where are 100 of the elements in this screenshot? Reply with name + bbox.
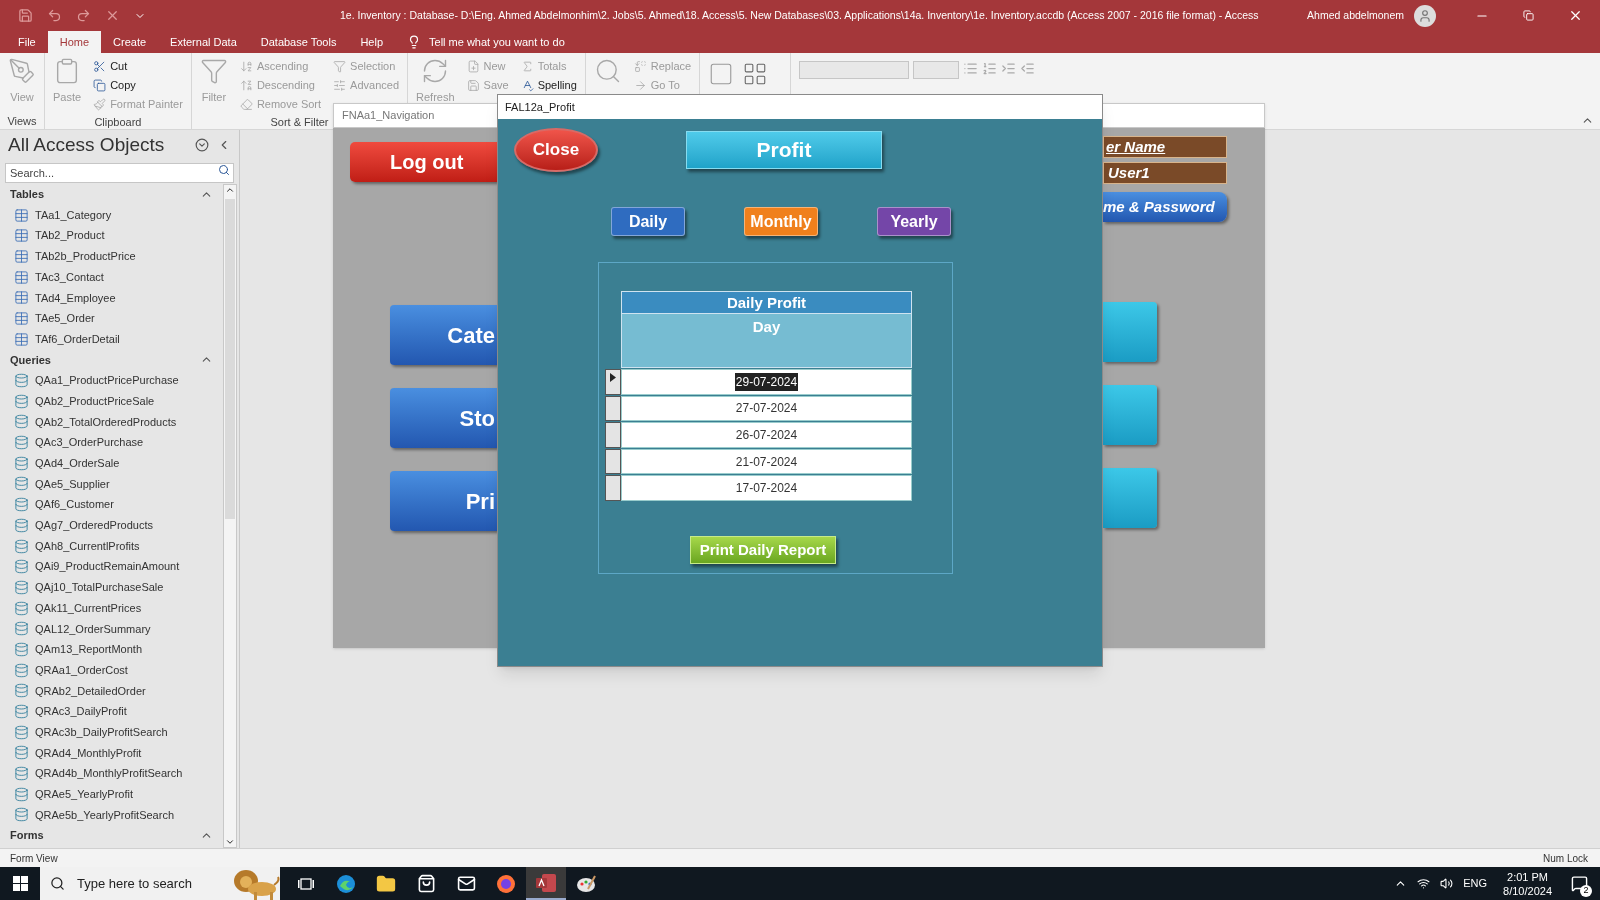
nav-item[interactable]: QRAd4b_MonthlyProfitSearch [0,763,223,784]
query-icon [14,373,29,389]
pen-icon [8,57,36,85]
ribbon-button[interactable]: Cut [89,57,187,76]
redo-icon[interactable] [76,8,91,23]
ribbon-tab[interactable]: External Data [158,31,249,53]
sort-descending-icon [239,79,253,92]
window-title: 1e. Inventory : Database- D:\Eng. Ahmed Abdelmonhim\2. Jobs\5. Ahmed\18. Access\5. New Databases\03. Applications\14a. Inventory\1e. Inventory.accdb (Access 2007 - 2016 file format) - Access [340,7,1260,23]
nav-item[interactable]: QAa1_ProductPricePurchase [0,370,223,391]
volume-icon[interactable] [1440,877,1454,890]
nav-item[interactable]: TAd4_Employee [0,287,223,309]
nav-item[interactable]: QAg7_OrderedProducts [0,515,223,536]
record-selector[interactable] [605,475,621,501]
table-icon [14,269,29,285]
nav-item[interactable]: QAc3_OrderPurchase [0,432,223,453]
search-field[interactable]: Search... [5,163,234,183]
nav-item[interactable]: QAL12_OrderSummary [0,618,223,640]
nav-item[interactable]: QAf6_Customer [0,494,223,515]
taskbar-search-field[interactable]: Type here to search [40,867,224,900]
navigation-button[interactable]: Cate [390,305,497,365]
undo-icon[interactable] [47,8,62,23]
nav-item[interactable]: QAe5_Supplier [0,473,223,495]
query-icon [14,662,29,678]
cancel-icon[interactable] [105,8,120,23]
network-icon[interactable] [1417,877,1431,890]
close-button[interactable]: Close [514,128,598,172]
ribbon-tab[interactable]: Help [348,31,395,53]
table-cell[interactable]: 27-07-2024 [621,395,912,422]
group-header[interactable]: Tables [0,184,223,205]
period-button[interactable]: Yearly [877,207,951,236]
table-icon [14,290,29,306]
nav-item[interactable]: TAa1_Category [0,204,223,226]
query-icon [14,807,29,823]
nav-item[interactable]: QRAb2_DetailedOrder [0,680,223,702]
funnel-icon [333,60,347,73]
nav-item[interactable]: QAb2_ProductPriceSale [0,390,223,412]
nav-item[interactable]: QAh8_CurrentlProfits [0,535,223,557]
ribbon-tab[interactable]: File [6,31,48,53]
query-icon [14,579,29,595]
nav-item[interactable]: QAm13_ReportMonth [0,639,223,660]
tell-me-field[interactable]: Tell me what you want to do [429,33,565,51]
dropdown-icon[interactable] [195,138,209,152]
form-tab[interactable]: FNAa1_Navigation [342,107,435,124]
table-cell[interactable]: 17-07-2024 [621,475,912,501]
language-indicator[interactable]: ENG [1463,875,1488,892]
table-cell[interactable]: 26-07-2024 [621,422,912,448]
nav-item[interactable]: QRAc3b_DailyProfitSearch [0,721,223,743]
save-icon[interactable] [18,8,33,23]
table-cell[interactable]: 29-07-2024 [621,369,912,395]
record-selector[interactable] [605,369,621,395]
nav-item[interactable]: TAb2b_ProductPrice [0,246,223,267]
restore-icon[interactable] [1523,10,1534,21]
user-name: Ahmed abdelmonem [1307,7,1404,23]
ribbon-tab[interactable]: Home [47,31,102,53]
nav-item[interactable]: TAc3_Contact [0,266,223,288]
sliders-icon [333,79,347,92]
nav-item[interactable]: TAe5_Order [0,308,223,329]
ribbon-tab[interactable]: Database Tools [248,31,349,53]
save-icon [466,79,480,92]
nav-item[interactable]: TAb2_Product [0,225,223,247]
record-selector[interactable] [605,422,621,448]
group-header[interactable]: Forms [0,825,223,846]
nav-item[interactable]: QRAe5b_YearlyProfitSearch [0,804,223,826]
lightbulb-icon [407,35,421,49]
period-button[interactable]: Daily [611,207,685,236]
nav-item[interactable]: QRAa1_OrderCost [0,659,223,681]
nav-item[interactable]: QRAc3_DailyProfit [0,701,223,722]
pane-title: All Access Objects [8,132,165,157]
ribbon-group-label: Clipboard [94,116,142,128]
scroll-down-icon[interactable] [225,837,235,847]
query-icon [14,435,29,451]
ribbon-group-label: Views [7,115,37,127]
ribbon-button[interactable]: Copy [89,76,187,95]
ribbon-button[interactable]: Spelling [516,76,581,95]
datasheet-title: Daily Profit [621,291,912,314]
nav-item[interactable]: QRAd4_MonthlyProfit [0,742,223,764]
table-icon [14,331,29,347]
nav-item[interactable]: QAj10_TotalPurchaseSale [0,577,223,598]
nav-item[interactable]: QAi9_ProductRemainAmount [0,556,223,578]
clock[interactable]: 2:01 PM 8/10/2024 [1503,869,1552,898]
nav-item[interactable]: QAk11_CurrentPrices [0,597,223,619]
nav-item[interactable]: QAb2_TotalOrderedProducts [0,411,223,433]
navigation-button[interactable]: Pri [390,471,497,531]
group-header[interactable]: Queries [0,349,223,371]
change-password-button[interactable]: me & Password [1103,192,1227,222]
avatar-icon[interactable] [1414,4,1436,27]
logout-button[interactable]: Log out [350,142,497,182]
scrollbar[interactable] [223,184,237,848]
scroll-up-icon[interactable] [225,185,235,195]
navigation-button[interactable]: Sto [390,388,497,448]
ribbon-tab[interactable]: Create [101,31,159,53]
nav-item[interactable]: QAd4_OrderSale [0,452,223,474]
close-icon[interactable] [1568,8,1583,23]
nav-item[interactable]: TAf6_OrderDetail [0,328,223,350]
table-cell[interactable]: 21-07-2024 [621,448,912,475]
eraser-icon [239,98,253,111]
database-app-icon[interactable] [526,867,566,900]
record-selector[interactable] [605,448,621,475]
nav-item[interactable]: QRAe5_YearlyProfit [0,783,223,805]
record-selector[interactable] [605,395,621,422]
